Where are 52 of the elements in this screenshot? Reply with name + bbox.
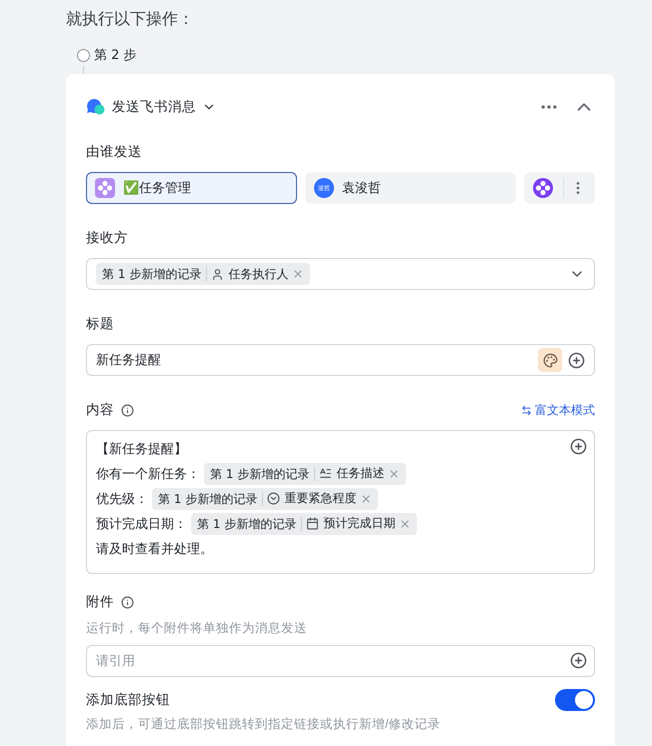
field-label: 添加底部按钮 xyxy=(86,691,170,709)
person-icon xyxy=(211,268,224,280)
tag-source: 第 1 步新增的记录 xyxy=(158,492,264,506)
info-icon[interactable] xyxy=(121,404,134,416)
title-field[interactable]: 新任务提醒 xyxy=(86,344,595,376)
field-label: 内容 xyxy=(86,401,114,420)
tag-field: 任务描述 xyxy=(336,465,384,482)
field-label: 标题 xyxy=(86,315,114,334)
chat-bubbles-icon xyxy=(86,98,106,116)
tag-field: 预计完成日期 xyxy=(323,515,396,532)
tag-source: 第 1 步新增的记录 xyxy=(197,516,302,530)
step-label: 第 2 步 xyxy=(94,47,137,64)
info-icon[interactable] xyxy=(121,596,134,608)
recipient-select[interactable]: 第 1 步新增的记录 任务执行人 xyxy=(86,258,595,290)
calendar-icon xyxy=(306,517,320,530)
tag-source: 第 1 步新增的记录 xyxy=(102,267,208,281)
swap-icon xyxy=(521,404,532,416)
remove-icon[interactable] xyxy=(399,518,412,530)
content-text: 预计完成日期： xyxy=(96,516,187,532)
app-icon xyxy=(533,178,553,198)
field-label: 附件 xyxy=(86,593,114,612)
field-hint: 添加后，可通过底部按钮跳转到指定链接或执行新增/修改记录 xyxy=(86,716,442,732)
field-label: 接收方 xyxy=(86,229,128,248)
sender-option[interactable]: ✅任务管理 xyxy=(86,172,297,204)
remove-icon[interactable] xyxy=(388,468,400,480)
remove-icon[interactable] xyxy=(292,268,304,280)
field-label: 由谁发送 xyxy=(86,143,142,162)
content-text: 【新任务提醒】 xyxy=(96,440,187,458)
option-icon xyxy=(267,492,280,505)
add-icon[interactable] xyxy=(570,652,587,669)
content-text: 优先级： xyxy=(96,490,148,508)
app-icon xyxy=(95,178,115,198)
tag-field: 任务执行人 xyxy=(228,266,288,282)
sender-option[interactable] xyxy=(524,172,595,204)
step-dot xyxy=(77,48,90,62)
tag-source: 第 1 步新增的记录 xyxy=(210,466,316,480)
remove-icon[interactable] xyxy=(360,492,372,504)
text-field-icon xyxy=(319,467,332,480)
palette-button[interactable] xyxy=(538,348,562,372)
section-heading: 就执行以下操作： xyxy=(66,8,195,30)
toggle-switch[interactable] xyxy=(555,689,595,711)
content-text: 你有一个新任务： xyxy=(96,466,200,482)
add-icon[interactable] xyxy=(570,438,587,455)
palette-icon xyxy=(542,352,558,368)
content-editor[interactable]: 【新任务提醒】 你有一个新任务： 第 1 步新增的记录 任务描述 优先级： 第 1 步新增的记录 重要紧急程度 预计完成日期： 第 1 步新增的记录 预计完成日期 请及时查看并处理。 xyxy=(86,430,595,574)
add-icon[interactable] xyxy=(568,352,585,368)
rich-text-mode-link[interactable]: 富文本模式 xyxy=(521,400,595,420)
content-text: 请及时查看并处理。 xyxy=(96,540,213,558)
attachment-field[interactable]: 请引用 xyxy=(86,645,595,677)
field-hint: 运行时，每个附件将单独作为消息发送 xyxy=(86,620,308,637)
tag-field: 重要紧急程度 xyxy=(284,490,356,507)
action-selector[interactable]: 发送飞书消息 xyxy=(86,98,216,116)
